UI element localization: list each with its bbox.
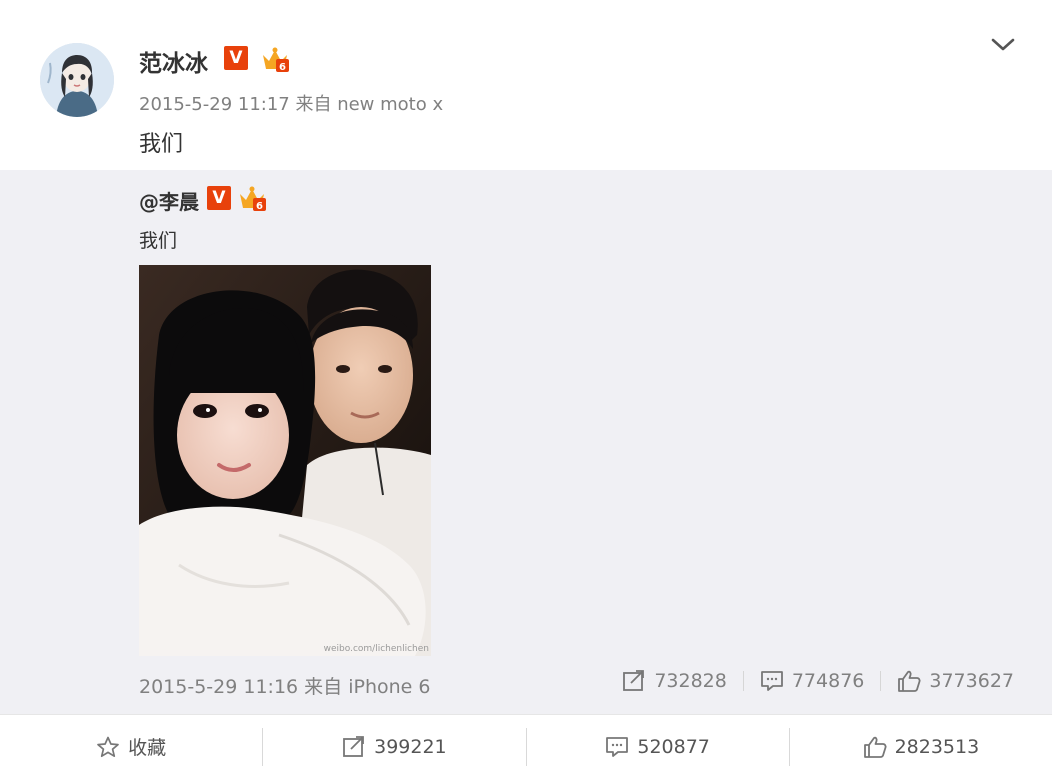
repost-author[interactable]: @李晨 xyxy=(139,186,199,215)
like-icon xyxy=(863,736,887,758)
svg-text:6: 6 xyxy=(279,62,286,73)
comment-count: 520877 xyxy=(637,735,710,758)
like-count: 2823513 xyxy=(894,735,980,758)
repost-icon xyxy=(623,670,645,691)
weibo-post-card: 范冰冰 V 6 2015-5-29 11:17 来自 new moto x 我们… xyxy=(0,0,1052,778)
repost-comment-value: 774876 xyxy=(791,670,865,692)
repost-like-count[interactable]: 3773627 xyxy=(897,670,1014,692)
repost-forward-value: 732828 xyxy=(654,670,727,692)
verified-v-icon: V xyxy=(207,186,231,210)
repost-forward-count[interactable]: 732828 xyxy=(622,670,727,692)
repost-count: 399221 xyxy=(374,735,447,758)
verified-v-icon: V xyxy=(224,46,248,70)
repost-photo[interactable]: weibo.com/lichenlichen xyxy=(139,265,431,656)
crown-level-icon: 6 xyxy=(240,186,266,212)
repost-comment-count[interactable]: 774876 xyxy=(760,670,865,692)
favorite-button[interactable]: 收藏 xyxy=(0,715,262,778)
action-bar: 收藏 399221 520877 2823513 xyxy=(0,714,1052,778)
divider xyxy=(742,671,744,691)
favorite-label: 收藏 xyxy=(128,737,167,759)
author-name[interactable]: 范冰冰 xyxy=(139,44,208,78)
comment-icon xyxy=(606,736,629,757)
post-meta: 2015-5-29 11:17 来自 new moto x xyxy=(139,94,444,115)
author-avatar[interactable] xyxy=(40,43,114,117)
repost-stats: 732828 774876 3773627 xyxy=(622,670,1014,692)
svg-text:6: 6 xyxy=(256,201,263,212)
repost-like-value: 3773627 xyxy=(929,670,1014,692)
crown-level-icon: 6 xyxy=(263,47,289,73)
repost-icon xyxy=(343,735,365,757)
comment-button[interactable]: 520877 xyxy=(527,715,789,778)
repost-meta: 2015-5-29 11:16 来自 iPhone 6 xyxy=(139,676,431,698)
comment-icon xyxy=(760,671,783,691)
divider xyxy=(880,671,882,691)
star-icon xyxy=(97,736,119,757)
like-icon xyxy=(898,670,921,692)
post-text: 我们 xyxy=(139,132,184,157)
repost-text: 我们 xyxy=(139,230,178,252)
like-button[interactable]: 2823513 xyxy=(790,715,1052,778)
repost-button[interactable]: 399221 xyxy=(263,715,525,778)
photo-watermark: weibo.com/lichenlichen xyxy=(323,644,429,654)
chevron-down-icon[interactable] xyxy=(990,36,1016,54)
